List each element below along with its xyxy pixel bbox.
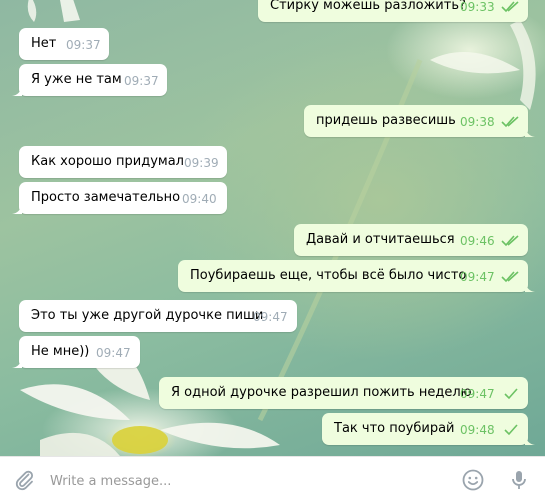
outgoing-message[interactable]: Так что поубирай 09:48 bbox=[322, 413, 535, 445]
message-time: 09:47 bbox=[460, 270, 495, 284]
double-check-icon bbox=[501, 116, 519, 128]
message-time: 09:39 bbox=[184, 156, 219, 170]
bubble-tail bbox=[12, 86, 22, 96]
incoming-message[interactable]: Как хорошо придумал 09:39 bbox=[19, 146, 227, 178]
outgoing-message[interactable]: Поубираешь еще, чтобы всё было чисто 09:4… bbox=[178, 260, 535, 292]
bubble-tail bbox=[525, 435, 535, 445]
incoming-message[interactable]: Просто замечательно 09:40 bbox=[12, 182, 227, 214]
message-text: Просто замечательно bbox=[31, 190, 181, 205]
message-text: Я уже не там bbox=[31, 72, 122, 87]
single-check-icon bbox=[504, 388, 518, 400]
message-time: 09:37 bbox=[124, 74, 159, 88]
double-check-icon bbox=[501, 235, 519, 247]
message-time: 09:37 bbox=[66, 38, 101, 52]
paperclip-icon[interactable] bbox=[12, 468, 36, 492]
message-text: Я одной дурочке разрешил пожить неделю bbox=[171, 385, 472, 400]
message-text: Это ты уже другой дурочке пиши bbox=[31, 308, 264, 323]
bubble-tail bbox=[12, 204, 22, 214]
incoming-message[interactable]: Это ты уже другой дурочке пиши 09:47 bbox=[19, 300, 297, 332]
message-time: 09:47 bbox=[460, 387, 495, 401]
message-time: 09:48 bbox=[460, 423, 495, 437]
message-text: придешь развесишь bbox=[316, 113, 456, 128]
double-check-icon bbox=[501, 271, 519, 283]
message-time: 09:38 bbox=[460, 115, 495, 129]
outgoing-message[interactable]: придешь развесишь 09:38 bbox=[304, 105, 535, 137]
incoming-message[interactable]: Нет 09:37 bbox=[19, 28, 109, 60]
outgoing-message[interactable]: Стирку можешь разложить? 09:33 bbox=[258, 0, 528, 22]
message-time: 09:47 bbox=[96, 346, 131, 360]
message-text: Стирку можешь разложить? bbox=[270, 0, 466, 13]
outgoing-message[interactable]: Я одной дурочке разрешил пожить неделю 09… bbox=[159, 377, 528, 409]
message-text: Как хорошо придумал bbox=[31, 154, 184, 169]
chat-history[interactable]: Стирку можешь разложить? 09:33 Нет 09:37 Я у… bbox=[0, 0, 545, 456]
bubble-tail bbox=[525, 127, 535, 137]
composer-bar bbox=[0, 456, 545, 503]
message-text: Так что поубирай bbox=[334, 421, 455, 436]
bubble-tail bbox=[12, 358, 22, 368]
message-time: 09:47 bbox=[253, 310, 288, 324]
incoming-message[interactable]: Не мне)) 09:47 bbox=[12, 336, 140, 368]
message-text: Нет bbox=[31, 36, 57, 51]
bubble-tail bbox=[525, 282, 535, 292]
message-input[interactable] bbox=[48, 465, 442, 497]
message-time: 09:33 bbox=[460, 0, 495, 14]
message-time: 09:46 bbox=[460, 234, 495, 248]
emoji-icon[interactable] bbox=[461, 468, 485, 492]
single-check-icon bbox=[504, 424, 518, 436]
incoming-message[interactable]: Я уже не там 09:37 bbox=[12, 64, 167, 96]
message-text: Давай и отчитаешься bbox=[306, 232, 455, 247]
double-check-icon bbox=[501, 1, 519, 13]
microphone-icon[interactable] bbox=[507, 468, 531, 492]
outgoing-message[interactable]: Давай и отчитаешься 09:46 bbox=[294, 224, 528, 256]
message-text: Не мне)) bbox=[31, 344, 90, 359]
message-text: Поубираешь еще, чтобы всё было чисто bbox=[190, 268, 467, 283]
message-time: 09:40 bbox=[182, 192, 217, 206]
